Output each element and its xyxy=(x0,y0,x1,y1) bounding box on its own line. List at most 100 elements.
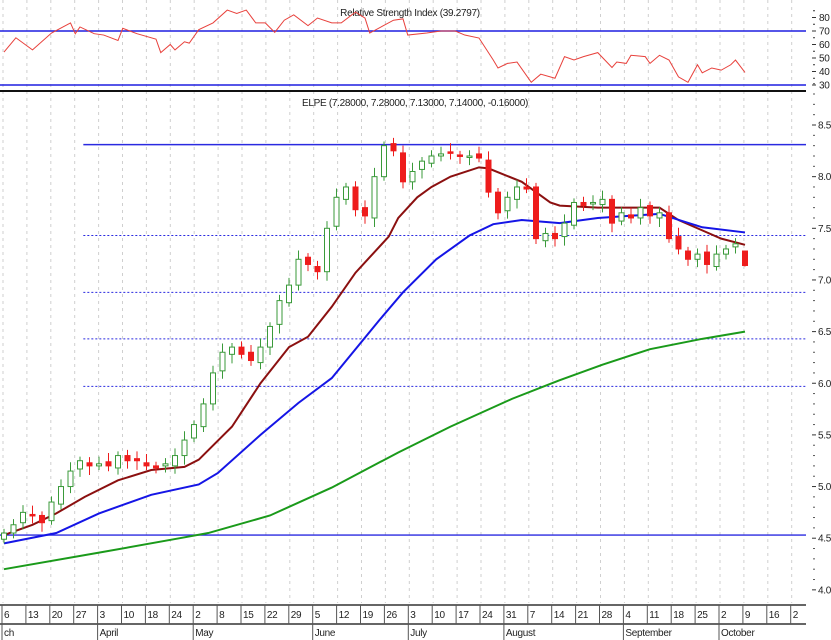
candle-down xyxy=(134,458,140,462)
week-label: 24 xyxy=(482,610,493,621)
price-axis-label: 5.5 xyxy=(818,430,831,441)
week-label: 8 xyxy=(219,610,225,621)
week-label: 22 xyxy=(267,610,278,621)
week-label: 28 xyxy=(602,610,613,621)
price-panel: ELPE (7.28000, 7.28000, 7.13000, 7.14000… xyxy=(0,98,806,571)
week-label: 16 xyxy=(769,610,780,621)
candle-up xyxy=(381,145,387,178)
candle-up xyxy=(10,524,17,534)
candle-down xyxy=(86,462,93,467)
candle-up xyxy=(295,258,302,286)
rsi-title: Relative Strength Index (39.2797) xyxy=(340,8,480,19)
candle-up xyxy=(276,300,283,325)
candle-down xyxy=(143,462,150,467)
candle-up xyxy=(504,196,511,212)
month-label: April xyxy=(100,628,119,639)
candle-down xyxy=(742,250,748,266)
week-label: 18 xyxy=(147,610,158,621)
week-label: 15 xyxy=(243,610,254,621)
rsi-axis-label: 80 xyxy=(819,13,830,24)
candle-up xyxy=(162,463,169,467)
moving-average-line xyxy=(3,330,746,571)
week-label: 3 xyxy=(100,610,106,621)
candle-up xyxy=(115,455,121,469)
candle-up xyxy=(694,253,701,260)
week-label: 27 xyxy=(76,610,87,621)
candle-up xyxy=(371,176,378,219)
candle-up xyxy=(466,155,473,158)
candle-up xyxy=(656,212,663,219)
candle-up xyxy=(324,227,330,273)
candle-up xyxy=(229,346,235,355)
week-label: 4 xyxy=(625,610,631,621)
month-label: August xyxy=(506,628,536,639)
candle-up xyxy=(200,403,207,428)
candle-up xyxy=(219,351,226,372)
candle-down xyxy=(523,186,530,190)
price-axis-label: 4.5 xyxy=(818,534,831,545)
candle-down xyxy=(495,191,501,214)
x-axis: 6 13 20 27 3 10 18 24 2 8 15 22 29 5 12 19 26 3 10 17 24 31 7 1… xyxy=(0,604,806,640)
week-label: 2 xyxy=(195,610,201,621)
candle-up xyxy=(590,201,596,205)
candle-down xyxy=(580,201,587,207)
candle-down xyxy=(362,207,368,217)
candle-up xyxy=(20,511,26,524)
week-label: 25 xyxy=(697,610,708,621)
week-label: 29 xyxy=(291,610,302,621)
week-label: 2 xyxy=(721,610,727,621)
candle-up xyxy=(514,186,520,200)
candle-down xyxy=(390,143,397,152)
price-axis-label: 8.5 xyxy=(818,121,831,132)
week-label: 17 xyxy=(458,610,469,621)
candle-down xyxy=(675,236,682,250)
candle-up xyxy=(58,486,64,505)
candle-down xyxy=(685,250,691,260)
candle-up xyxy=(96,463,102,467)
candle-down xyxy=(400,152,406,183)
candle-down xyxy=(153,465,159,469)
week-label: 14 xyxy=(554,610,565,621)
week-label: 7 xyxy=(530,610,536,621)
candle-up xyxy=(77,460,83,470)
candle-up xyxy=(428,155,435,164)
candle-down xyxy=(666,212,672,240)
candle-down xyxy=(238,346,245,355)
candle-down xyxy=(457,154,463,157)
week-label: 3 xyxy=(410,610,416,621)
candle-up xyxy=(181,439,188,457)
rsi-axis-label: 70 xyxy=(819,27,830,38)
candle-down xyxy=(29,513,36,517)
month-label: October xyxy=(721,628,755,639)
price-axis-label: 7.0 xyxy=(818,275,831,286)
price-title: ELPE (7.28000, 7.28000, 7.13000, 7.14000… xyxy=(302,98,528,109)
month-label: May xyxy=(195,628,213,639)
candle-down xyxy=(704,251,710,265)
candle-down xyxy=(305,256,311,265)
price-axis-label: 6.5 xyxy=(818,327,831,338)
candle-down xyxy=(476,153,482,159)
candle-up xyxy=(637,207,644,219)
week-label: 19 xyxy=(363,610,374,621)
y-axis: 80 70 60 50 40 30 8.5 8.0 7.5 7.0 6.5 6.0 5.5 5.0 4.5 4… xyxy=(812,10,831,596)
candle-up xyxy=(1,532,7,540)
week-label: 9 xyxy=(745,610,751,621)
price-axis-label: 6.0 xyxy=(818,379,831,390)
rsi-axis-label: 30 xyxy=(819,81,830,92)
price-axis-label: 5.0 xyxy=(818,482,831,493)
candle-up xyxy=(438,153,444,157)
candle-down xyxy=(105,461,112,467)
candle-up xyxy=(67,470,74,488)
week-label: 18 xyxy=(673,610,684,621)
candle-down xyxy=(609,198,615,224)
candle-up xyxy=(333,196,340,227)
candle-up xyxy=(599,198,606,206)
week-label: 31 xyxy=(506,610,517,621)
candle-down xyxy=(628,214,634,219)
week-label: 21 xyxy=(578,610,589,621)
candle-up xyxy=(571,201,577,226)
week-label: 10 xyxy=(124,610,135,621)
month-label: September xyxy=(625,628,672,639)
week-label: 2 xyxy=(793,610,799,621)
candle-down xyxy=(39,514,45,524)
